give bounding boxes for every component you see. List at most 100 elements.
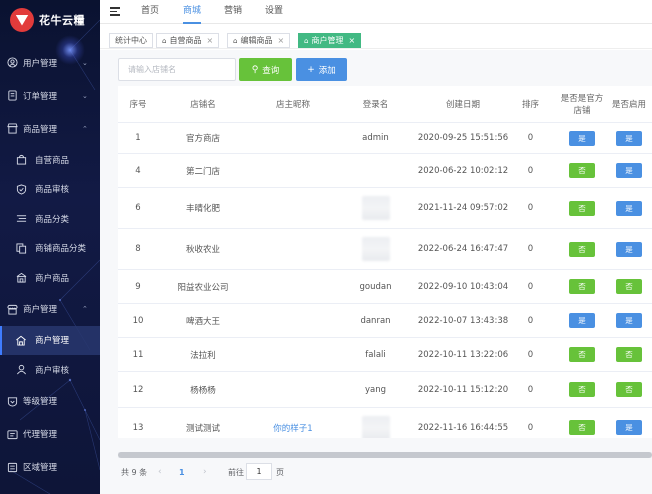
cell-id: 13 bbox=[132, 422, 144, 433]
cell-is-official: 是 bbox=[560, 123, 604, 153]
enabled-toggle-button[interactable]: 是 bbox=[616, 200, 642, 216]
cell-sort: 0 bbox=[527, 422, 534, 433]
cell-id: 9 bbox=[135, 281, 141, 292]
scrollbar-thumb[interactable] bbox=[118, 452, 652, 458]
cell-id: 8 bbox=[135, 244, 141, 254]
merchant-table: 序号 店铺名 店主昵称 登录名 创建日期 排序 是否是官方店铺 是否启用 1 官方… bbox=[118, 86, 652, 438]
menu-label: 商品分类 bbox=[35, 214, 70, 225]
nav-tab-marketing[interactable]: 营销 bbox=[224, 0, 242, 24]
prev-page-icon[interactable]: ‹ bbox=[158, 467, 162, 477]
cell-shop-name: 杨杨杨 bbox=[190, 385, 216, 396]
shop-name-search-input[interactable] bbox=[118, 58, 236, 81]
enabled-toggle-button[interactable]: 是 bbox=[616, 130, 642, 146]
nav-tab-mall[interactable]: 商城 bbox=[183, 0, 202, 24]
menu-label: 代理管理 bbox=[23, 430, 58, 440]
cell-shop-name: 秋收农业 bbox=[185, 245, 220, 255]
pagination-total: 共 9 条 bbox=[121, 467, 148, 477]
cell-sort: 0 bbox=[527, 133, 534, 143]
cell-sort: 0 bbox=[527, 315, 534, 326]
close-icon[interactable]: × bbox=[348, 36, 355, 45]
menu-agent-management[interactable]: 代理管理 bbox=[0, 418, 100, 451]
redacted-login-name bbox=[361, 415, 390, 438]
nav-tab-home[interactable]: 首页 bbox=[141, 0, 159, 24]
menu-merchant-products[interactable]: 商户商品 bbox=[0, 263, 100, 293]
enabled-toggle-button[interactable]: 否 bbox=[616, 279, 642, 294]
header-login-name: 登录名 bbox=[362, 99, 389, 110]
cell-owner-nickname bbox=[248, 270, 338, 303]
cell-id: 4 bbox=[135, 165, 141, 176]
cell-created-date: 2022-06-24 16:47:47 bbox=[417, 244, 509, 254]
official-toggle-button[interactable]: 否 bbox=[569, 163, 595, 178]
official-toggle-button[interactable]: 否 bbox=[569, 347, 595, 362]
cell-is-enabled: 是 bbox=[606, 154, 652, 187]
shop-icon bbox=[6, 123, 18, 135]
menu-product-review[interactable]: 商品审核 bbox=[0, 175, 100, 205]
official-toggle-button[interactable]: 是 bbox=[569, 130, 595, 146]
home-small-icon: ⌂ bbox=[233, 37, 238, 45]
pagination-unit: 页 bbox=[276, 467, 284, 477]
horizontal-scrollbar[interactable] bbox=[118, 452, 652, 458]
official-toggle-button[interactable]: 否 bbox=[569, 382, 595, 397]
cell-login-name bbox=[338, 188, 413, 228]
tag-stats-center[interactable]: 统计中心 bbox=[109, 33, 153, 48]
menu-user-management[interactable]: 用户管理 ⌄ bbox=[0, 46, 100, 79]
cell-is-official: 否 bbox=[560, 338, 604, 371]
tag-edit-product[interactable]: ⌂ 编辑商品 × bbox=[227, 33, 291, 48]
goto-page-input[interactable] bbox=[246, 463, 272, 480]
enabled-toggle-button[interactable]: 否 bbox=[616, 382, 642, 397]
user-circle-icon bbox=[6, 57, 18, 69]
menu-region-management[interactable]: 区域管理 bbox=[0, 451, 100, 484]
header-is-enabled: 是否启用 bbox=[611, 99, 646, 110]
header-is-official: 是否是官方店铺 bbox=[560, 93, 604, 116]
close-icon[interactable]: × bbox=[277, 36, 284, 45]
menu-product-management[interactable]: 商品管理 ⌃ bbox=[0, 112, 100, 145]
menu-shop-product-category[interactable]: 商铺商品分类 bbox=[0, 234, 100, 264]
shopping-bag-icon bbox=[15, 154, 27, 166]
agent-icon bbox=[6, 428, 18, 440]
next-page-icon[interactable]: › bbox=[203, 467, 207, 477]
cell-is-official: 否 bbox=[560, 270, 604, 303]
official-toggle-button[interactable]: 否 bbox=[569, 420, 595, 435]
region-icon bbox=[6, 461, 18, 473]
brand[interactable]: 花牛云糧 bbox=[10, 8, 85, 32]
cell-login-name bbox=[338, 154, 413, 187]
cell-is-official: 否 bbox=[560, 372, 604, 407]
page-number-current[interactable]: 1 bbox=[179, 468, 185, 477]
menu-merchant-management-group[interactable]: 商户管理 ⌃ bbox=[0, 293, 100, 326]
cell-created-date: 2022-09-10 10:43:04 bbox=[417, 281, 509, 292]
cell-is-official: 否 bbox=[560, 229, 604, 269]
tag-merchant-management[interactable]: ⌂ 商户管理 × bbox=[298, 33, 362, 48]
menu-toggle-icon[interactable] bbox=[110, 7, 120, 16]
add-button[interactable]: + 添加 bbox=[296, 58, 347, 81]
order-list-icon bbox=[6, 90, 18, 102]
menu-level-management[interactable]: 等级管理 bbox=[0, 385, 100, 418]
nav-tab-settings[interactable]: 设置 bbox=[265, 0, 283, 24]
menu-order-management[interactable]: 订单管理 ⌄ bbox=[0, 79, 100, 112]
menu-merchant-review[interactable]: 商户审核 bbox=[0, 355, 100, 385]
official-toggle-button[interactable]: 否 bbox=[569, 200, 595, 216]
cell-owner-nickname[interactable]: 你的样子1 bbox=[248, 408, 338, 438]
header-sort: 排序 bbox=[521, 99, 539, 110]
cell-is-enabled: 是 bbox=[606, 304, 652, 337]
enabled-toggle-button[interactable]: 是 bbox=[616, 163, 642, 178]
menu-product-category[interactable]: 商品分类 bbox=[0, 204, 100, 234]
menu-merchant-management[interactable]: 商户管理 bbox=[0, 325, 100, 355]
copy-icon bbox=[15, 242, 27, 254]
enabled-toggle-button[interactable]: 否 bbox=[616, 347, 642, 362]
menu-self-operated-products[interactable]: 自营商品 bbox=[0, 145, 100, 175]
official-toggle-button[interactable]: 否 bbox=[569, 241, 595, 257]
official-toggle-button[interactable]: 否 bbox=[569, 279, 595, 294]
menu-label: 等级管理 bbox=[23, 397, 58, 407]
cell-shop-name: 啤酒大王 bbox=[185, 316, 220, 327]
page-content: ⚲查询 +添加 序号 店铺名 店主昵称 登录名 创建日期 排序 是否是官方店铺 … bbox=[100, 50, 652, 494]
enabled-toggle-button[interactable]: 是 bbox=[616, 420, 642, 435]
cell-shop-name: 官方商店 bbox=[185, 134, 220, 144]
cell-owner-nickname bbox=[248, 372, 338, 407]
close-icon[interactable]: × bbox=[206, 36, 213, 45]
enabled-toggle-button[interactable]: 是 bbox=[616, 313, 642, 328]
query-button[interactable]: ⚲ 查询 bbox=[239, 58, 292, 81]
header-created-date: 创建日期 bbox=[445, 99, 480, 110]
official-toggle-button[interactable]: 是 bbox=[569, 313, 595, 328]
tag-self-operated-products[interactable]: ⌂ 自营商品 × bbox=[156, 33, 220, 48]
enabled-toggle-button[interactable]: 是 bbox=[616, 241, 642, 257]
